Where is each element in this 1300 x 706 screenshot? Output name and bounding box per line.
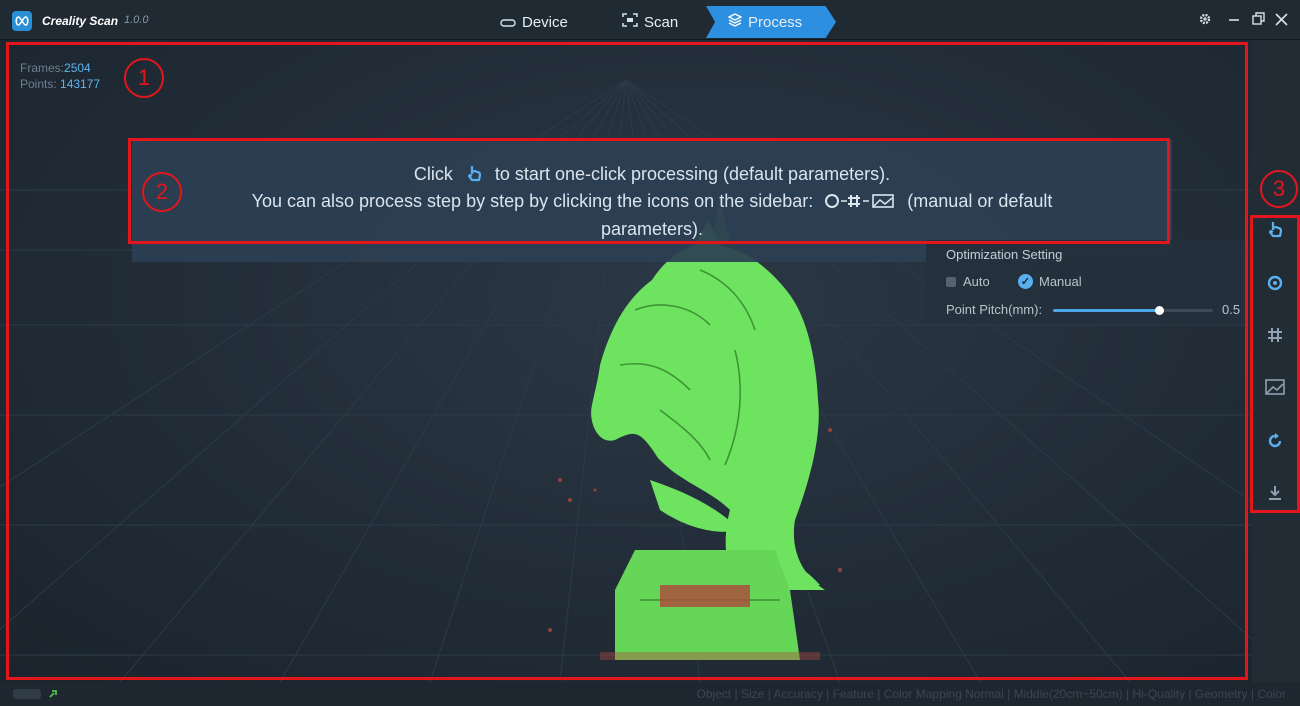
device-status-icon [12, 687, 62, 706]
minimize-icon[interactable] [1228, 12, 1240, 30]
annotation-circle-1: 1 [124, 58, 164, 98]
tab-device-label: Device [522, 13, 568, 31]
tab-process[interactable]: Process [706, 6, 836, 38]
tab-process-label: Process [748, 13, 803, 31]
annotation-box-tip [128, 138, 1170, 244]
scan-icon [622, 13, 638, 31]
status-bar: Object | Size | Accuracy | Feature | Col… [0, 682, 1300, 706]
app-logo-icon [12, 11, 32, 31]
tab-scan[interactable]: Scan [622, 6, 678, 38]
process-sidebar: 3 [1250, 40, 1300, 682]
layers-icon [727, 13, 743, 31]
3d-viewport[interactable]: Frames:2504 Points: 143177 Click to star… [0, 40, 1252, 682]
restore-icon[interactable] [1252, 12, 1265, 30]
annotation-box-sidebar [1250, 215, 1300, 513]
app-title: Creality Scan [42, 14, 119, 28]
app-version: 1.0.0 [124, 14, 149, 26]
scan-config-summary: Object | Size | Accuracy | Feature | Col… [696, 687, 1286, 701]
tab-device[interactable]: Device [500, 6, 568, 38]
annotation-circle-3: 3 [1260, 170, 1298, 208]
title-bar: Creality Scan 1.0.0 Device Scan Process [0, 0, 1300, 40]
settings-icon[interactable] [1198, 12, 1212, 30]
annotation-circle-2: 2 [142, 172, 182, 212]
device-icon [500, 14, 516, 31]
tab-scan-label: Scan [644, 13, 679, 31]
close-icon[interactable] [1275, 12, 1288, 30]
